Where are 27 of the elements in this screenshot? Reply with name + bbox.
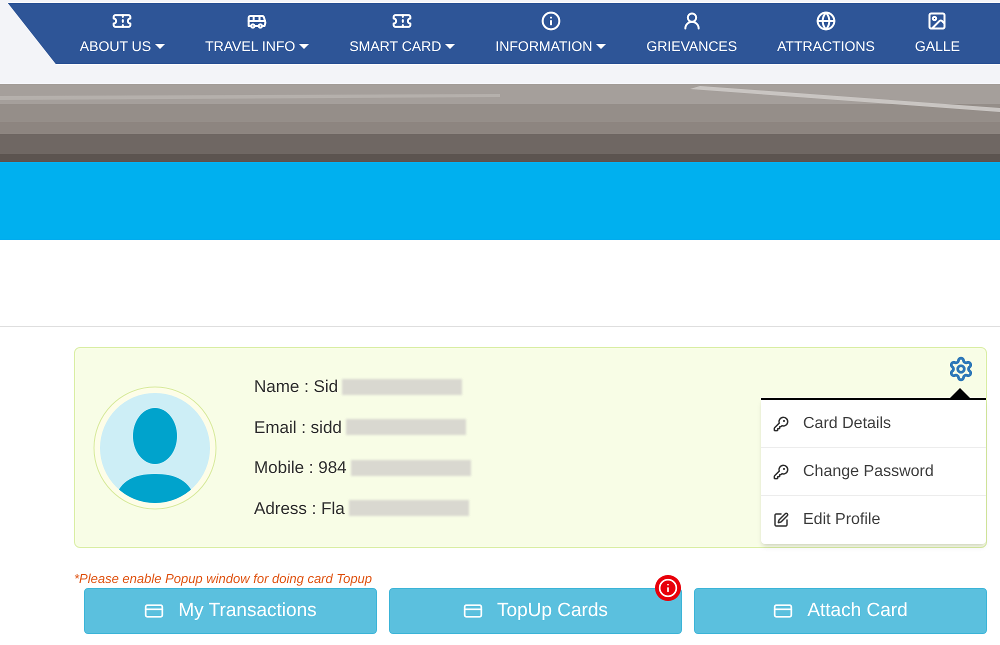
- menu-item[interactable]: Change Password: [761, 448, 986, 496]
- nav-item[interactable]: GALLE: [914, 3, 960, 64]
- edit-icon: [773, 512, 789, 528]
- nav-item[interactable]: ABOUT US: [80, 3, 166, 64]
- nav-item[interactable]: TRAVEL INFO: [205, 3, 310, 64]
- nav-item[interactable]: GRIEVANCES: [646, 3, 738, 64]
- popup-notice: *Please enable Popup window for doing card Topup: [74, 572, 374, 585]
- caret-icon: [596, 44, 606, 48]
- settings-icon[interactable]: [948, 356, 974, 382]
- info-icon: [540, 10, 561, 30]
- caret-icon: [299, 44, 310, 48]
- user-icon: [682, 10, 702, 30]
- profile-field: Mobile : 984: [254, 455, 347, 480]
- profile-field: Adress : Fla: [254, 496, 345, 521]
- nav-item[interactable]: INFORMATION: [495, 3, 606, 64]
- caret-icon: [155, 44, 166, 48]
- menu-item[interactable]: Edit Profile: [761, 496, 986, 544]
- key-icon: [773, 416, 789, 432]
- key-icon: [773, 464, 789, 480]
- globe-icon: [816, 10, 836, 30]
- caret-icon: [445, 44, 456, 48]
- image-icon: [927, 10, 948, 30]
- profile-field: Email : sidd: [254, 414, 342, 440]
- menu-item[interactable]: Card Details: [761, 400, 986, 448]
- profile-field: Name : Sid: [254, 374, 338, 400]
- nav-item[interactable]: SMART CARD: [349, 3, 456, 64]
- nav-item[interactable]: ATTRACTIONS: [777, 3, 875, 64]
